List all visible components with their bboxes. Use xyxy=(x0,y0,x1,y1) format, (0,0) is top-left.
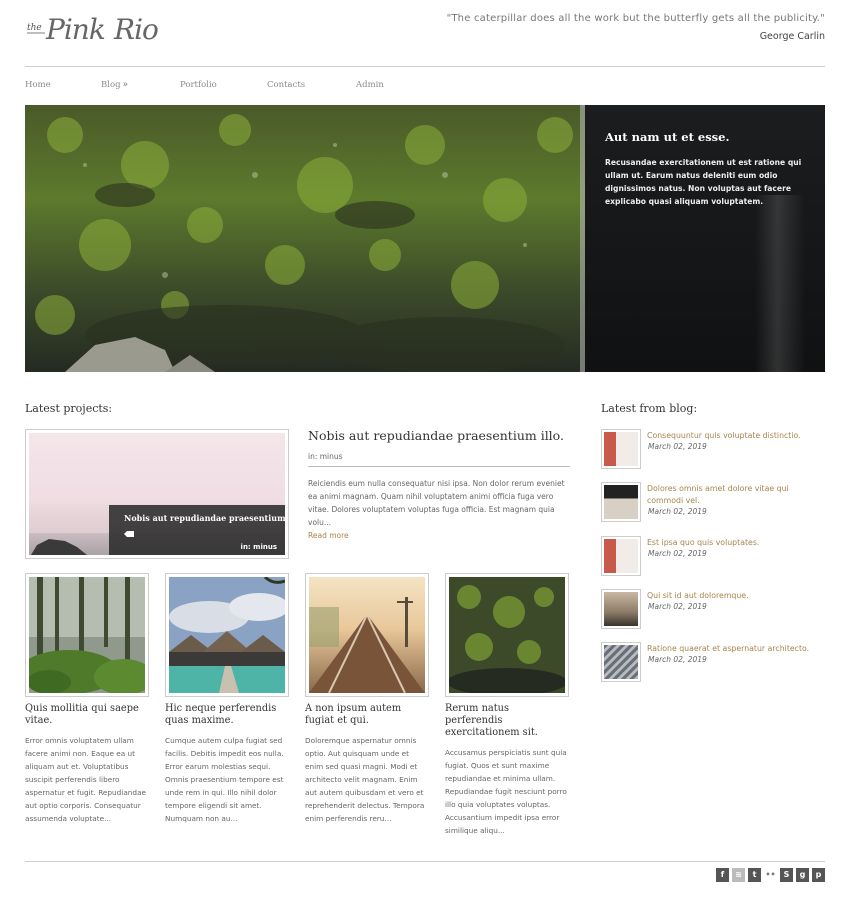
blog-item-date: March 02, 2019 xyxy=(648,442,707,451)
facebook-icon[interactable]: f xyxy=(716,868,729,882)
latest-blog-heading: Latest from blog: xyxy=(601,402,698,415)
logo-wordmark: the Pink Rio xyxy=(27,13,159,46)
footer-divider xyxy=(25,861,825,862)
nav-item-label: Blog xyxy=(101,80,121,90)
quote-text: "The caterpillar does all the work but t… xyxy=(446,13,825,24)
featured-project-title[interactable]: Nobis aut repudiandae praesentium illo. xyxy=(308,428,570,443)
project-excerpt: Cumque autem culpa fugiat sed facilis. D… xyxy=(165,736,284,823)
featured-project-text: Nobis aut repudiandae praesentium illo. … xyxy=(308,428,570,540)
project-thumb[interactable] xyxy=(445,573,569,697)
tag-icon xyxy=(124,531,134,537)
blog-item: Consequuntur quis voluptate distinctio. … xyxy=(601,429,826,471)
blog-thumb[interactable] xyxy=(601,536,641,576)
blog-item: Dolores omnis amet dolore vitae qui comm… xyxy=(601,482,826,524)
nav-item-portfolio[interactable]: Portfolio xyxy=(180,80,217,90)
blog-item-title[interactable]: Qui sit id aut doloremque. xyxy=(647,590,822,602)
nav-item-label: Contacts xyxy=(267,80,306,90)
rock-shape xyxy=(31,539,87,555)
blog-item-title[interactable]: Est ipsa quo quis voluptates. xyxy=(647,537,822,549)
project-excerpt: Doloremque aspernatur omnis optio. Aut q… xyxy=(305,736,425,823)
blog-item-date: March 02, 2019 xyxy=(648,602,707,611)
submenu-arrow-icon: » xyxy=(122,80,129,90)
nav-item-admin[interactable]: Admin xyxy=(356,80,384,90)
blog-thumb[interactable] xyxy=(601,642,641,682)
blog-item: Qui sit id aut doloremque. March 02, 201… xyxy=(601,589,826,631)
project-thumb[interactable] xyxy=(165,573,289,697)
featured-project-image: Nobis aut repudiandae praesentium illo. … xyxy=(29,433,285,555)
social-icons: f ≋ t •• S g p xyxy=(713,868,825,882)
project-thumb[interactable] xyxy=(25,573,149,697)
slider-caption: Aut nam ut et esse. Recusandae exercitat… xyxy=(585,105,825,372)
blog-item-title[interactable]: Ratione quaerat et aspernatur architecto… xyxy=(647,643,822,655)
project-thumb[interactable] xyxy=(305,573,429,697)
project-title[interactable]: Hic neque perferendis quas maxime. xyxy=(165,703,289,727)
nav-item-label: Admin xyxy=(356,80,384,90)
blog-thumb[interactable] xyxy=(601,589,641,629)
waterfall-shade xyxy=(755,195,805,372)
google-plus-icon[interactable]: g xyxy=(796,868,809,882)
project-card: Quis mollitia qui saepe vitae. Error omn… xyxy=(25,573,149,825)
twitter-icon[interactable]: t xyxy=(748,868,761,882)
blog-item-date: March 02, 2019 xyxy=(648,655,707,664)
rss-icon[interactable]: ≋ xyxy=(732,868,745,882)
slider-caption-title: Aut nam ut et esse. xyxy=(605,130,730,144)
featured-overlay: Nobis aut repudiandae praesentium illo. … xyxy=(109,505,285,555)
flickr-icon[interactable]: •• xyxy=(764,868,777,882)
project-card: A non ipsum autem fugiat et qui. Dolorem… xyxy=(305,573,429,825)
featured-overlay-category: in: minus xyxy=(240,543,277,551)
header-divider xyxy=(25,66,825,67)
project-excerpt: Error omnis voluptatem ullam facere anim… xyxy=(25,736,147,823)
featured-divider xyxy=(308,466,570,467)
blog-item: Est ipsa quo quis voluptates. March 02, … xyxy=(601,536,826,578)
site-logo[interactable]: the Pink Rio xyxy=(25,6,165,50)
project-image-moss xyxy=(449,577,565,693)
svg-text:the: the xyxy=(27,23,42,33)
blog-thumb[interactable] xyxy=(601,429,641,469)
project-title[interactable]: A non ipsum autem fugiat et qui. xyxy=(305,703,429,727)
blog-item-date: March 02, 2019 xyxy=(648,549,707,558)
quote-author: George Carlin xyxy=(759,31,825,42)
project-title[interactable]: Rerum natus perferendis exercitationem s… xyxy=(445,703,569,739)
nav-item-label: Portfolio xyxy=(180,80,217,90)
project-card: Rerum natus perferendis exercitationem s… xyxy=(445,573,569,837)
project-excerpt: Accusamus perspiciatis sunt quia fugiat.… xyxy=(445,748,567,835)
project-image-forest xyxy=(29,577,145,693)
nav-item-blog[interactable]: Blog» xyxy=(101,80,128,90)
nav-item-home[interactable]: Home xyxy=(25,80,51,90)
svg-text:Rio: Rio xyxy=(113,13,158,46)
featured-overlay-title: Nobis aut repudiandae praesentium illo. xyxy=(124,513,285,523)
project-image-railway xyxy=(309,577,425,693)
nav-item-label: Home xyxy=(25,80,51,90)
slider-image xyxy=(25,105,585,372)
skype-icon[interactable]: S xyxy=(780,868,793,882)
blog-item-date: March 02, 2019 xyxy=(648,507,707,516)
featured-project-thumb[interactable]: Nobis aut repudiandae praesentium illo. … xyxy=(25,429,289,559)
blog-item-title[interactable]: Dolores omnis amet dolore vitae qui comm… xyxy=(647,483,822,507)
blog-item: Ratione quaerat et aspernatur architecto… xyxy=(601,642,826,684)
read-more-link[interactable]: Read more xyxy=(308,531,570,540)
pinterest-icon[interactable]: p xyxy=(812,868,825,882)
nav-item-contacts[interactable]: Contacts xyxy=(267,80,305,90)
slider-caption-text: Recusandae exercitationem ut est ratione… xyxy=(605,158,802,206)
latest-projects-heading: Latest projects: xyxy=(25,402,113,415)
project-title[interactable]: Quis mollitia qui saepe vitae. xyxy=(25,703,149,727)
header-quote: "The caterpillar does all the work but t… xyxy=(447,13,825,42)
hero-slider[interactable]: Aut nam ut et esse. Recusandae exercitat… xyxy=(25,105,825,372)
featured-project-meta: in: minus xyxy=(308,452,343,461)
svg-text:Pink: Pink xyxy=(45,13,105,46)
project-image-huts xyxy=(169,577,285,693)
blog-item-title[interactable]: Consequuntur quis voluptate distinctio. xyxy=(647,430,822,442)
project-card: Hic neque perferendis quas maxime. Cumqu… xyxy=(165,573,289,825)
blog-thumb[interactable] xyxy=(601,482,641,522)
featured-project-excerpt: Reiciendis eum nulla consequatur nisi ip… xyxy=(308,479,565,527)
